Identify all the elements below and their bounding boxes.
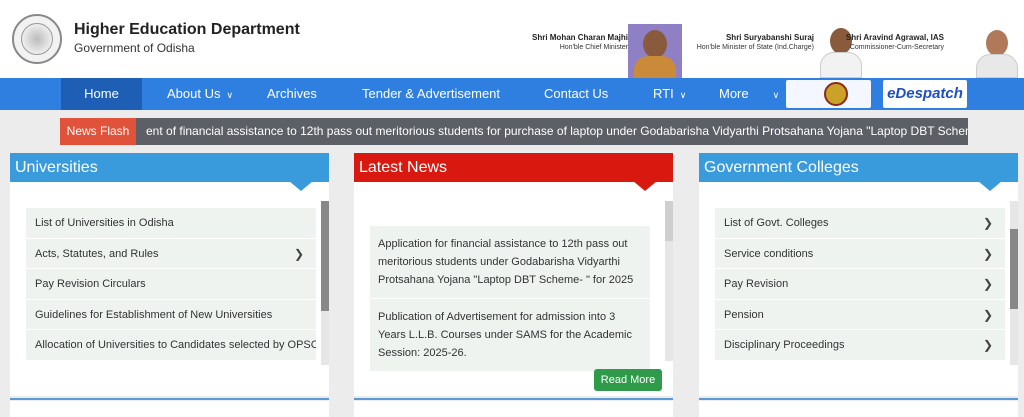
list-item[interactable]: Allocation of Universities to Candidates… — [26, 330, 316, 361]
chevron-right-icon: ❯ — [982, 216, 993, 230]
list-item[interactable]: Pension ❯ — [715, 299, 1005, 330]
nav-home[interactable]: Home — [61, 78, 142, 110]
scrollbar[interactable] — [665, 201, 673, 361]
government-colleges-heading: Government Colleges — [699, 153, 1018, 191]
next-panel — [354, 401, 673, 417]
list-item[interactable]: Pay Revision ❯ — [715, 269, 1005, 300]
news-item[interactable]: Application for financial assistance to … — [370, 226, 650, 299]
official-title: Hon'ble Minister of State (Ind.Charge) — [696, 44, 814, 51]
official-name: Shri Suryabanshi Suraj — [725, 33, 814, 42]
read-more-button[interactable]: Read More — [594, 369, 662, 391]
list-item[interactable]: Guidelines for Establishment of New Univ… — [26, 299, 316, 330]
news-flash-label: News Flash — [60, 118, 136, 145]
department-subtitle: Government of Odisha — [74, 41, 195, 55]
scrollbar[interactable] — [321, 201, 329, 365]
list-item[interactable]: List of Govt. Colleges ❯ — [715, 208, 1005, 239]
site-header: Higher Education Department Government o… — [0, 0, 1024, 78]
heading-notch-icon — [289, 181, 313, 191]
official-title: Hon'ble Chief Minister — [559, 44, 628, 51]
edespatch-logo: eDespatch — [887, 85, 963, 102]
chevron-right-icon: ❯ — [293, 246, 304, 261]
list-item[interactable]: Service conditions ❯ — [715, 238, 1005, 269]
latest-news-panel: Latest News Application for financial as… — [354, 153, 673, 396]
list-item[interactable]: Pay Revision Circulars — [26, 269, 316, 300]
universities-panel: Universities List of Universities in Odi… — [10, 153, 329, 396]
latest-news-heading: Latest News — [354, 153, 673, 191]
chevron-down-icon: ∨ — [772, 90, 780, 100]
government-colleges-list: List of Govt. Colleges ❯ Service conditio… — [715, 208, 1005, 361]
official-name: Shri Mohan Charan Majhi — [531, 33, 628, 42]
official-title: Commissioner-Cum-Secretary — [849, 44, 944, 51]
news-flash-text[interactable]: ent of financial assistance to 12th pass… — [146, 118, 968, 145]
partner-logo-link[interactable] — [786, 80, 871, 108]
next-panel — [10, 401, 329, 417]
nav-rti[interactable]: RTI ∨ — [653, 78, 686, 110]
section-divider — [10, 398, 329, 400]
nav-more[interactable]: More ∨ — [719, 78, 779, 110]
nav-tender-advertisement[interactable]: Tender & Advertisement — [362, 78, 500, 110]
official-chief-minister: Shri Mohan Charan Majhi Hon'ble Chief Mi… — [532, 33, 628, 51]
edespatch-link[interactable]: eDespatch — [883, 80, 967, 108]
latest-news-list: Application for financial assistance to … — [370, 226, 650, 372]
main-navigation: Home About Us ∨ Archives Tender & Adverti… — [0, 78, 1024, 110]
chevron-down-icon: ∨ — [679, 90, 687, 100]
government-colleges-panel: Government Colleges List of Govt. Colleg… — [699, 153, 1018, 396]
chevron-right-icon: ❯ — [982, 338, 993, 352]
section-divider — [354, 398, 673, 400]
commissioner-photo — [974, 28, 1020, 78]
list-item[interactable]: Disciplinary Proceedings ❯ — [715, 330, 1005, 361]
nav-about-us[interactable]: About Us ∨ — [167, 78, 233, 110]
chevron-right-icon: ❯ — [982, 246, 993, 261]
department-title[interactable]: Higher Education Department — [74, 21, 300, 39]
official-name: Shri Aravind Agrawal, IAS — [845, 33, 944, 42]
universities-heading: Universities — [10, 153, 329, 191]
heading-notch-icon — [633, 181, 657, 191]
next-panel — [699, 401, 1018, 417]
official-commissioner: Shri Aravind Agrawal, IAS Commissioner-C… — [846, 33, 944, 51]
chevron-right-icon: ❯ — [982, 307, 993, 322]
news-flash-ticker: News Flash ent of financial assistance t… — [60, 118, 968, 145]
heading-notch-icon — [978, 181, 1002, 191]
scrollbar[interactable] — [1010, 201, 1018, 365]
odisha-emblem-logo[interactable] — [12, 14, 62, 64]
scrollbar-thumb[interactable] — [321, 201, 329, 311]
seal-logo-icon — [824, 82, 848, 106]
scrollbar-thumb[interactable] — [665, 201, 673, 241]
nav-archives[interactable]: Archives — [267, 78, 317, 110]
chief-minister-photo — [628, 24, 682, 78]
universities-list: List of Universities in Odisha Acts, Sta… — [26, 208, 316, 361]
chevron-right-icon: ❯ — [982, 277, 993, 291]
list-item[interactable]: List of Universities in Odisha — [26, 208, 316, 239]
scrollbar-thumb[interactable] — [1010, 229, 1018, 309]
list-item[interactable]: Acts, Statutes, and Rules ❯ — [26, 238, 316, 269]
chevron-down-icon: ∨ — [226, 90, 234, 100]
official-minister-of-state: Shri Suryabanshi Suraj Hon'ble Minister … — [697, 33, 814, 51]
section-divider — [699, 398, 1018, 400]
nav-contact-us[interactable]: Contact Us — [544, 78, 608, 110]
news-item[interactable]: Publication of Advertisement for admissi… — [370, 299, 650, 372]
